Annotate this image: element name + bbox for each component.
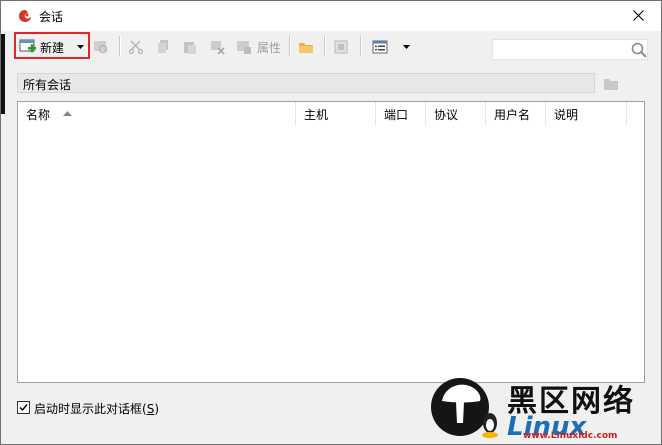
open-session-button[interactable] <box>93 39 109 55</box>
view-mode-button[interactable] <box>372 39 388 55</box>
properties-button[interactable] <box>236 39 252 55</box>
toolbar-separator <box>289 36 291 56</box>
search-field[interactable] <box>495 41 629 59</box>
session-list[interactable]: 名称 主机 端口 协议 用户名 说明 <box>17 101 645 383</box>
toolbar-separator <box>324 36 326 56</box>
column-header-protocol[interactable]: 协议 <box>426 102 486 126</box>
hotkey-letter: S <box>146 402 155 416</box>
app-logo-icon <box>19 10 31 22</box>
watermark-logo-icon <box>431 378 498 438</box>
path-bar: 所有会话 <box>17 73 595 93</box>
chevron-down-icon[interactable] <box>403 45 410 49</box>
close-icon <box>633 10 644 21</box>
window-icon <box>334 40 348 54</box>
copy-icon <box>158 40 168 53</box>
column-header-label: 端口 <box>384 108 409 122</box>
cut-button[interactable] <box>128 39 144 55</box>
folder-icon <box>299 43 313 53</box>
new-folder-button[interactable] <box>298 39 314 55</box>
toolbar-separator <box>360 36 362 56</box>
column-header-label: 协议 <box>434 108 459 122</box>
sort-ascending-icon <box>63 111 72 116</box>
chevron-down-icon[interactable] <box>77 45 84 49</box>
close-button[interactable] <box>617 1 661 31</box>
paste-button[interactable] <box>182 39 198 55</box>
column-header-username[interactable]: 用户名 <box>486 102 546 126</box>
show-on-startup-checkbox[interactable] <box>17 401 30 414</box>
column-header-description[interactable]: 说明 <box>546 102 627 126</box>
show-on-startup-text: 启动时显示此对话框 <box>34 402 143 416</box>
new-session-label: 新建 <box>40 41 65 55</box>
current-folder-label: 所有会话 <box>23 78 72 92</box>
column-header-port[interactable]: 端口 <box>376 102 426 126</box>
list-view-icon <box>372 40 388 54</box>
show-on-startup-label[interactable]: 启动时显示此对话框(S) <box>34 400 159 417</box>
new-session-button[interactable]: 新建 <box>14 32 90 59</box>
column-header-label: 名称 <box>26 108 51 122</box>
watermark: 黑区网络 Linux www.Linuxidc.com <box>425 372 662 445</box>
scissors-icon <box>128 40 144 55</box>
folder-up-icon[interactable] <box>603 76 619 91</box>
watermark-url: www.Linuxidc.com <box>523 431 618 441</box>
column-header-label: 说明 <box>554 108 579 122</box>
search-input[interactable] <box>492 39 648 60</box>
copy-button[interactable] <box>155 39 171 55</box>
new-session-icon <box>19 39 36 53</box>
title-bar: 会话 <box>1 1 661 31</box>
delete-button[interactable] <box>209 39 225 55</box>
checkmark-icon <box>19 404 28 412</box>
toolbar-separator <box>119 36 121 56</box>
open-session-icon <box>94 41 108 54</box>
session-properties-button[interactable] <box>333 39 349 55</box>
properties-label[interactable]: 属性 <box>257 39 281 56</box>
search-icon[interactable] <box>631 42 647 58</box>
column-header-label: 用户名 <box>494 108 531 122</box>
paste-icon <box>184 42 196 54</box>
toolbar: 新建 属性 <box>1 32 661 62</box>
window-title: 会话 <box>39 10 64 24</box>
column-header-label: 主机 <box>304 108 329 122</box>
properties-icon <box>237 41 251 54</box>
column-header-name[interactable]: 名称 <box>18 102 296 126</box>
delete-icon <box>211 41 225 55</box>
column-header-host[interactable]: 主机 <box>296 102 376 126</box>
